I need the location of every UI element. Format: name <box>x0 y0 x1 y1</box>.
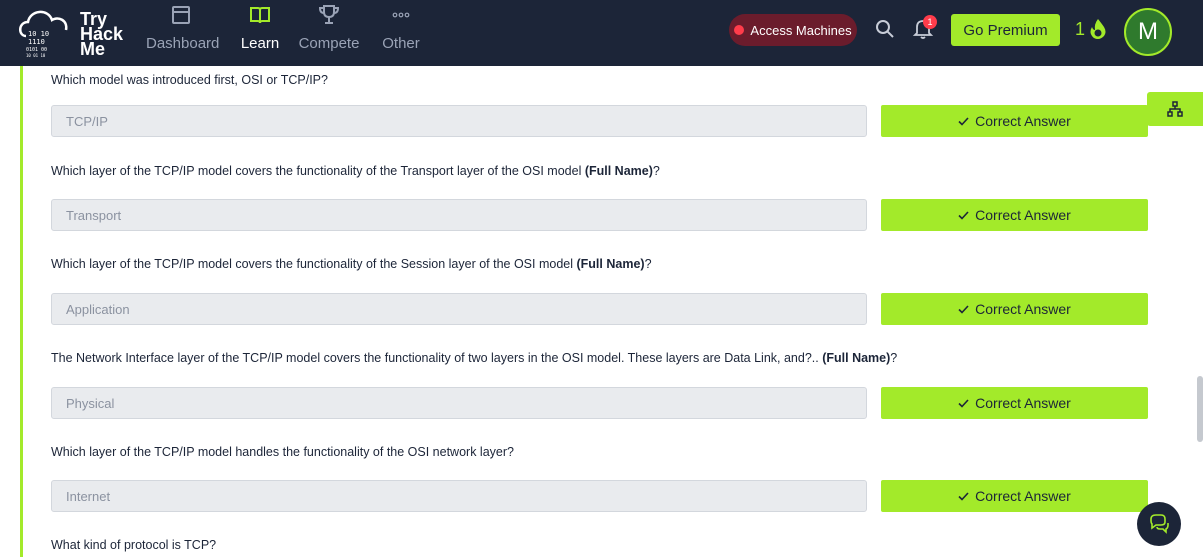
question-6-text: What kind of protocol is TCP? <box>51 538 217 552</box>
answer-4-value: Physical <box>66 395 115 411</box>
answer-4-field: Physical <box>51 387 867 419</box>
correct-answer-1-button[interactable]: Correct Answer <box>881 105 1148 137</box>
nav-dashboard-label: Dashboard <box>146 35 220 52</box>
answer-3-field: Application <box>51 293 867 325</box>
cloud-logo-icon: 10 10 1110 0101 00 10 01 10 <box>19 10 68 58</box>
network-diagram-tab[interactable] <box>1147 92 1203 126</box>
tryhackme-logo[interactable]: 10 10 1110 0101 00 10 01 10 Try Hack Me <box>18 6 138 62</box>
answer-3-value: Application <box>66 301 130 317</box>
correct-answer-2-button[interactable]: Correct Answer <box>881 199 1148 231</box>
correct-answer-1-label: Correct Answer <box>975 113 1071 129</box>
page-scrollbar-thumb[interactable] <box>1197 376 1203 442</box>
notification-badge: 1 <box>923 15 937 29</box>
logo-word-me: Me <box>80 39 106 59</box>
correct-answer-2-label: Correct Answer <box>975 207 1071 223</box>
correct-answer-5-label: Correct Answer <box>975 488 1071 504</box>
answer-2-field: Transport <box>51 199 867 231</box>
check-icon <box>958 210 969 220</box>
book-icon <box>225 4 295 30</box>
access-machines-label: Access Machines <box>750 22 852 38</box>
correct-answer-4-label: Correct Answer <box>975 395 1071 411</box>
question-2-text: Which layer of the TCP/IP model covers t… <box>51 164 660 178</box>
search-icon[interactable] <box>875 19 895 39</box>
svg-text:1110: 1110 <box>28 38 45 46</box>
correct-answer-3-label: Correct Answer <box>975 301 1071 317</box>
network-tree-icon <box>1167 101 1183 117</box>
access-machines-button[interactable]: Access Machines <box>729 14 857 46</box>
user-avatar[interactable]: M <box>1124 8 1172 56</box>
task-accent-bar <box>20 66 23 557</box>
check-icon <box>958 116 969 126</box>
svg-text:10 01 10: 10 01 10 <box>26 53 46 58</box>
nav-other-label: Other <box>382 35 420 52</box>
chat-bubble-icon <box>1150 514 1169 534</box>
svg-text:10 10: 10 10 <box>28 30 49 38</box>
check-icon <box>958 304 969 314</box>
answer-1-field: TCP/IP <box>51 105 867 137</box>
answer-2-value: Transport <box>66 207 122 223</box>
nav-learn[interactable]: Learn <box>225 4 295 52</box>
streak-count: 1 <box>1075 19 1086 39</box>
answer-5-field: Internet <box>51 480 867 512</box>
correct-answer-4-button[interactable]: Correct Answer <box>881 387 1148 419</box>
correct-answer-3-button[interactable]: Correct Answer <box>881 293 1148 325</box>
status-dot-icon <box>734 25 745 35</box>
dashboard-icon <box>146 4 216 30</box>
answer-1-value: TCP/IP <box>66 113 108 129</box>
chat-assistant-button[interactable] <box>1137 502 1181 546</box>
nav-learn-label: Learn <box>240 35 280 52</box>
check-icon <box>958 398 969 408</box>
top-navbar: 10 10 1110 0101 00 10 01 10 Try Hack Me … <box>0 0 1203 66</box>
flame-icon <box>1090 19 1106 39</box>
question-3-text: Which layer of the TCP/IP model covers t… <box>51 257 652 271</box>
question-1-text: Which model was introduced first, OSI or… <box>51 73 328 87</box>
more-dots-icon <box>366 4 436 30</box>
logo-wordmark: Try Hack Me <box>80 10 123 59</box>
nav-compete-label: Compete <box>298 35 360 52</box>
answer-5-value: Internet <box>66 488 111 504</box>
go-premium-button[interactable]: Go Premium <box>951 14 1060 46</box>
correct-answer-5-button[interactable]: Correct Answer <box>881 480 1148 512</box>
nav-other[interactable]: Other <box>366 4 436 52</box>
check-icon <box>958 491 969 501</box>
nav-compete[interactable]: Compete <box>294 4 364 52</box>
nav-dashboard[interactable]: Dashboard <box>146 4 220 52</box>
question-5-text: Which layer of the TCP/IP model handles … <box>51 445 514 459</box>
trophy-icon <box>294 4 364 30</box>
question-4-text: The Network Interface layer of the TCP/I… <box>51 351 898 365</box>
